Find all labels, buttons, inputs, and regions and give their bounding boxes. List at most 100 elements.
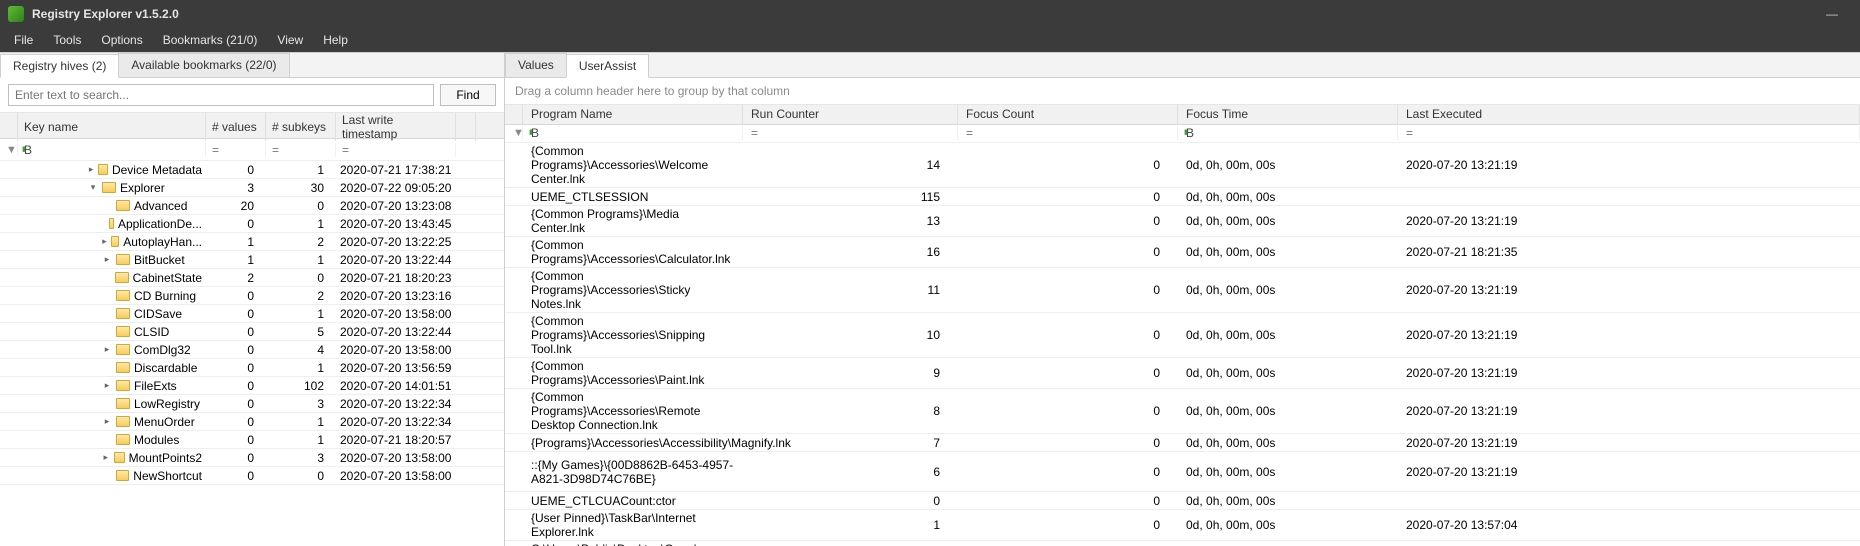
tree-row[interactable]: ▸FileExts01022020-07-20 14:01:51 bbox=[0, 377, 504, 395]
last-write-timestamp: 2020-07-20 13:58:00 bbox=[336, 343, 456, 357]
last-write-timestamp: 2020-07-20 14:01:51 bbox=[336, 379, 456, 393]
expander-icon[interactable]: ▾ bbox=[88, 182, 98, 193]
key-name: MountPoints2 bbox=[129, 451, 202, 465]
group-by-hint[interactable]: Drag a column header here to group by th… bbox=[505, 78, 1860, 105]
filter-last[interactable]: = bbox=[1398, 126, 1860, 140]
program-name: {Common Programs}\Accessories\Remote Des… bbox=[523, 390, 743, 432]
grid-row[interactable]: ::{My Games}\{00D8862B-6453-4957-A821-3D… bbox=[505, 452, 1860, 492]
run-counter: 10 bbox=[743, 328, 958, 342]
expander-icon[interactable]: ▸ bbox=[88, 164, 94, 175]
title-bar: Registry Explorer v1.5.2.0 — bbox=[0, 0, 1860, 28]
program-name: {Programs}\Accessories\Accessibility\Mag… bbox=[523, 436, 743, 450]
tree-row[interactable]: ▸MenuOrder012020-07-20 13:22:34 bbox=[0, 413, 504, 431]
expander-icon[interactable]: ▸ bbox=[102, 254, 112, 265]
grid-row[interactable]: {Common Programs}\Accessories\Snipping T… bbox=[505, 313, 1860, 358]
filter-values[interactable]: = bbox=[206, 143, 266, 157]
subkeys-count: 1 bbox=[266, 361, 336, 375]
last-write-timestamp: 2020-07-21 18:20:57 bbox=[336, 433, 456, 447]
tree-row[interactable]: NewShortcut002020-07-20 13:58:00 bbox=[0, 467, 504, 485]
values-count: 0 bbox=[206, 397, 266, 411]
run-counter: 115 bbox=[743, 190, 958, 204]
right-tab-strip: Values UserAssist bbox=[505, 53, 1860, 78]
focus-time: 0d, 0h, 00m, 00s bbox=[1178, 214, 1398, 228]
col-focustime[interactable]: Focus Time bbox=[1178, 105, 1398, 124]
grid-row[interactable]: UEME_CTLSESSION11500d, 0h, 00m, 00s bbox=[505, 188, 1860, 206]
col-timestamp[interactable]: Last write timestamp bbox=[336, 113, 456, 141]
run-counter: 8 bbox=[743, 404, 958, 418]
filter-timestamp[interactable]: = bbox=[336, 143, 456, 157]
tab-userassist[interactable]: UserAssist bbox=[566, 54, 649, 78]
grid-row[interactable]: {Common Programs}\Accessories\Remote Des… bbox=[505, 389, 1860, 434]
find-button[interactable]: Find bbox=[440, 84, 496, 106]
tree-row[interactable]: ApplicationDe...012020-07-20 13:43:45 bbox=[0, 215, 504, 233]
col-runcounter[interactable]: Run Counter bbox=[743, 105, 958, 124]
grid-row[interactable]: UEME_CTLCUACount:ctor000d, 0h, 00m, 00s bbox=[505, 492, 1860, 510]
program-name: {Common Programs}\Media Center.lnk bbox=[523, 207, 743, 235]
key-name: Advanced bbox=[134, 199, 187, 213]
filter-keyname[interactable]: B bbox=[18, 143, 206, 157]
tree-row[interactable]: ▸AutoplayHan...122020-07-20 13:22:25 bbox=[0, 233, 504, 251]
filter-icon[interactable]: ▼ bbox=[505, 127, 523, 139]
menu-help[interactable]: Help bbox=[313, 30, 358, 50]
grid-row[interactable]: {Common Programs}\Accessories\Sticky Not… bbox=[505, 268, 1860, 313]
focus-time: 0d, 0h, 00m, 00s bbox=[1178, 328, 1398, 342]
last-write-timestamp: 2020-07-20 13:23:08 bbox=[336, 199, 456, 213]
expander-icon[interactable]: ▸ bbox=[102, 416, 112, 427]
filter-run[interactable]: = bbox=[743, 126, 958, 140]
folder-icon bbox=[111, 236, 119, 247]
tab-available-bookmarks[interactable]: Available bookmarks (22/0) bbox=[118, 53, 289, 77]
menu-file[interactable]: File bbox=[4, 30, 43, 50]
grid-row[interactable]: {Programs}\Accessories\Accessibility\Mag… bbox=[505, 434, 1860, 452]
tree-row[interactable]: ▸ComDlg32042020-07-20 13:58:00 bbox=[0, 341, 504, 359]
tree-row[interactable]: LowRegistry032020-07-20 13:22:34 bbox=[0, 395, 504, 413]
focus-count: 0 bbox=[958, 436, 1178, 450]
grid-row[interactable]: {Common Programs}\Accessories\Welcome Ce… bbox=[505, 143, 1860, 188]
tab-values[interactable]: Values bbox=[505, 53, 567, 77]
col-focuscount[interactable]: Focus Count bbox=[958, 105, 1178, 124]
filter-icon[interactable]: ▼ bbox=[0, 144, 18, 156]
tab-registry-hives[interactable]: Registry hives (2) bbox=[0, 54, 119, 78]
filter-ftime[interactable]: B bbox=[1178, 126, 1398, 140]
subkeys-count: 1 bbox=[266, 217, 336, 231]
grid-row[interactable]: {User Pinned}\TaskBar\Internet Explorer.… bbox=[505, 510, 1860, 541]
col-subkeys[interactable]: # subkeys bbox=[266, 113, 336, 141]
col-values[interactable]: # values bbox=[206, 113, 266, 141]
focus-count: 0 bbox=[958, 190, 1178, 204]
tree-row[interactable]: Discardable012020-07-20 13:56:59 bbox=[0, 359, 504, 377]
tree-row[interactable]: ▾Explorer3302020-07-22 09:05:20 bbox=[0, 179, 504, 197]
tree-row[interactable]: Advanced2002020-07-20 13:23:08 bbox=[0, 197, 504, 215]
expander-icon[interactable]: ▸ bbox=[102, 452, 110, 463]
filter-focus[interactable]: = bbox=[958, 126, 1178, 140]
tree-row[interactable]: ▸Device Metadata012020-07-21 17:38:21 bbox=[0, 161, 504, 179]
last-write-timestamp: 2020-07-20 13:23:16 bbox=[336, 289, 456, 303]
menu-bookmarks[interactable]: Bookmarks (21/0) bbox=[153, 30, 268, 50]
menu-tools[interactable]: Tools bbox=[43, 30, 91, 50]
minimize-button[interactable]: — bbox=[1812, 7, 1852, 21]
grid-row[interactable]: {Common Programs}\Media Center.lnk1300d,… bbox=[505, 206, 1860, 237]
grid-row[interactable]: {Common Programs}\Accessories\Paint.lnk9… bbox=[505, 358, 1860, 389]
tree-row[interactable]: Modules012020-07-21 18:20:57 bbox=[0, 431, 504, 449]
tree-row[interactable]: CD Burning022020-07-20 13:23:16 bbox=[0, 287, 504, 305]
col-lastexec[interactable]: Last Executed bbox=[1398, 105, 1860, 124]
filter-subkeys[interactable]: = bbox=[266, 143, 336, 157]
program-name: {Common Programs}\Accessories\Paint.lnk bbox=[523, 359, 743, 387]
grid-row[interactable]: {Common Programs}\Accessories\Calculator… bbox=[505, 237, 1860, 268]
tree-row[interactable]: CIDSave012020-07-20 13:58:00 bbox=[0, 305, 504, 323]
program-name: {User Pinned}\TaskBar\Internet Explorer.… bbox=[523, 511, 743, 539]
menu-view[interactable]: View bbox=[267, 30, 313, 50]
menu-bar: File Tools Options Bookmarks (21/0) View… bbox=[0, 28, 1860, 52]
tree-row[interactable]: CLSID052020-07-20 13:22:44 bbox=[0, 323, 504, 341]
tree-row[interactable]: CabinetState202020-07-21 18:20:23 bbox=[0, 269, 504, 287]
col-keyname[interactable]: Key name bbox=[18, 113, 206, 141]
grid-row[interactable]: C:\Users\Public\Desktop\Google Chrome.ln… bbox=[505, 541, 1860, 546]
filter-program[interactable]: B bbox=[523, 126, 743, 140]
expander-icon[interactable]: ▸ bbox=[102, 344, 112, 355]
expander-icon[interactable]: ▸ bbox=[102, 380, 112, 391]
menu-options[interactable]: Options bbox=[91, 30, 152, 50]
tree-row[interactable]: ▸BitBucket112020-07-20 13:22:44 bbox=[0, 251, 504, 269]
search-input[interactable] bbox=[8, 84, 434, 106]
tree-row[interactable]: ▸MountPoints2032020-07-20 13:58:00 bbox=[0, 449, 504, 467]
col-program[interactable]: Program Name bbox=[523, 105, 743, 124]
expander-icon[interactable]: ▸ bbox=[102, 236, 107, 247]
left-tab-strip: Registry hives (2) Available bookmarks (… bbox=[0, 53, 504, 78]
